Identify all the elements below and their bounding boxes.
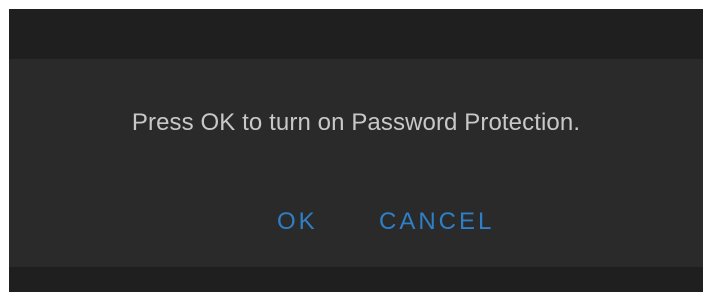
- ok-button[interactable]: OK: [277, 205, 318, 239]
- cancel-button[interactable]: CANCEL: [379, 205, 494, 239]
- app-screen: Press OK to turn on Password Protection.…: [9, 9, 703, 292]
- dialog-actions: OK CANCEL: [9, 205, 703, 239]
- dialog-message: Press OK to turn on Password Protection.: [131, 109, 581, 136]
- password-protection-dialog: Press OK to turn on Password Protection.…: [9, 59, 703, 267]
- bottom-background-strip: [9, 267, 703, 292]
- top-background-strip: [9, 9, 703, 59]
